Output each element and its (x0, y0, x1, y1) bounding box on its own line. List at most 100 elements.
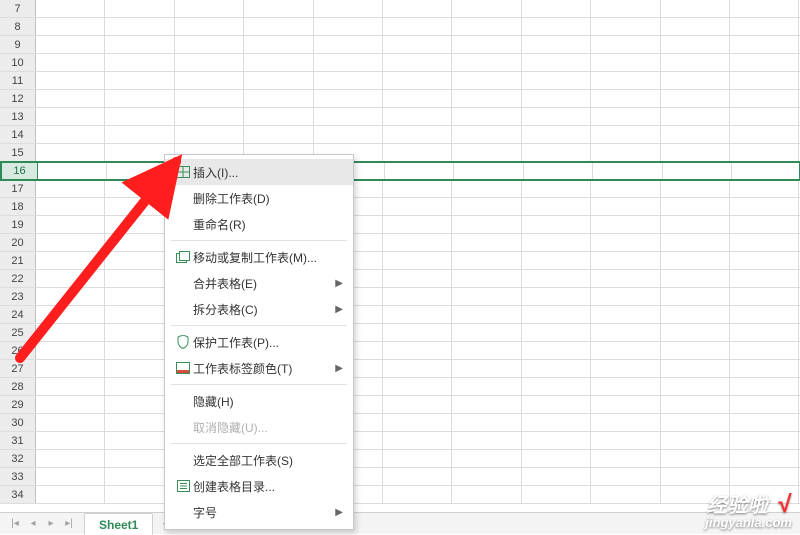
cell[interactable] (591, 216, 660, 233)
row-31[interactable]: 31 (0, 432, 800, 450)
menu-insert[interactable]: 插入(I)... (165, 159, 353, 185)
cell[interactable] (105, 126, 174, 143)
menu-font-size[interactable]: 字号 ▶ (165, 499, 353, 525)
row-header[interactable]: 31 (0, 432, 36, 449)
cell[interactable] (452, 432, 521, 449)
cell[interactable] (661, 234, 730, 251)
cell[interactable] (522, 18, 591, 35)
cell[interactable] (661, 468, 730, 485)
row-header[interactable]: 27 (0, 360, 36, 377)
cell[interactable] (522, 252, 591, 269)
row-21[interactable]: 21 (0, 252, 800, 270)
cell[interactable] (36, 144, 105, 161)
row-header[interactable]: 11 (0, 72, 36, 89)
row-33[interactable]: 33 (0, 468, 800, 486)
cell[interactable] (383, 360, 452, 377)
cell[interactable] (522, 306, 591, 323)
tab-nav-last-icon[interactable]: ▸| (60, 515, 78, 533)
cell[interactable] (730, 360, 799, 377)
cell[interactable] (36, 198, 105, 215)
cell[interactable] (730, 306, 799, 323)
cell[interactable] (36, 72, 105, 89)
row-16[interactable]: 16 (0, 162, 800, 180)
cell[interactable] (522, 216, 591, 233)
cell[interactable] (452, 306, 521, 323)
cell[interactable] (730, 90, 799, 107)
cell[interactable] (452, 18, 521, 35)
cell[interactable] (36, 0, 105, 17)
cell[interactable] (661, 414, 730, 431)
cell[interactable] (522, 432, 591, 449)
cell[interactable] (175, 0, 244, 17)
cell[interactable] (452, 72, 521, 89)
cell[interactable] (522, 126, 591, 143)
cell[interactable] (661, 396, 730, 413)
cell[interactable] (36, 414, 105, 431)
cell[interactable] (452, 234, 521, 251)
cell[interactable] (522, 396, 591, 413)
cell[interactable] (385, 162, 454, 179)
cell[interactable] (36, 216, 105, 233)
cell[interactable] (522, 468, 591, 485)
cell[interactable] (383, 324, 452, 341)
cell[interactable] (661, 72, 730, 89)
menu-tab-color[interactable]: 工作表标签颜色(T) ▶ (165, 355, 353, 381)
cell[interactable] (591, 324, 660, 341)
cell[interactable] (661, 378, 730, 395)
menu-hide[interactable]: 隐藏(H) (165, 388, 353, 414)
cell[interactable] (383, 414, 452, 431)
cell[interactable] (522, 288, 591, 305)
cell[interactable] (591, 486, 660, 503)
cell[interactable] (730, 396, 799, 413)
row-22[interactable]: 22 (0, 270, 800, 288)
row-29[interactable]: 29 (0, 396, 800, 414)
cell[interactable] (591, 360, 660, 377)
cell[interactable] (730, 108, 799, 125)
row-header[interactable]: 23 (0, 288, 36, 305)
cell[interactable] (36, 450, 105, 467)
cell[interactable] (175, 72, 244, 89)
cell[interactable] (244, 72, 313, 89)
cell[interactable] (591, 180, 660, 197)
cell[interactable] (522, 72, 591, 89)
cell[interactable] (36, 378, 105, 395)
cell[interactable] (591, 252, 660, 269)
menu-move-copy[interactable]: 移动或复制工作表(M)... (165, 244, 353, 270)
row-header[interactable]: 7 (0, 0, 36, 17)
cell[interactable] (661, 360, 730, 377)
cell[interactable] (314, 108, 383, 125)
cell[interactable] (383, 216, 452, 233)
row-header[interactable]: 18 (0, 198, 36, 215)
cell[interactable] (244, 36, 313, 53)
cell[interactable] (383, 468, 452, 485)
cell[interactable] (591, 378, 660, 395)
row-header[interactable]: 20 (0, 234, 36, 251)
menu-protect[interactable]: 保护工作表(P)... (165, 329, 353, 355)
row-header[interactable]: 13 (0, 108, 36, 125)
cell[interactable] (661, 342, 730, 359)
cell[interactable] (383, 342, 452, 359)
cell[interactable] (105, 108, 174, 125)
cell[interactable] (383, 198, 452, 215)
row-header[interactable]: 15 (0, 144, 36, 161)
cell[interactable] (105, 18, 174, 35)
cell[interactable] (730, 432, 799, 449)
cell[interactable] (522, 270, 591, 287)
row-header[interactable]: 17 (0, 180, 36, 197)
cell[interactable] (452, 36, 521, 53)
row-23[interactable]: 23 (0, 288, 800, 306)
row-17[interactable]: 17 (0, 180, 800, 198)
cell[interactable] (383, 486, 452, 503)
cell[interactable] (383, 270, 452, 287)
cell[interactable] (730, 270, 799, 287)
row-header[interactable]: 21 (0, 252, 36, 269)
cell[interactable] (522, 414, 591, 431)
cell[interactable] (36, 324, 105, 341)
cell[interactable] (314, 54, 383, 71)
cell[interactable] (730, 180, 799, 197)
cell[interactable] (36, 252, 105, 269)
cell[interactable] (663, 162, 732, 179)
row-header[interactable]: 29 (0, 396, 36, 413)
cell[interactable] (175, 36, 244, 53)
cell[interactable] (452, 216, 521, 233)
